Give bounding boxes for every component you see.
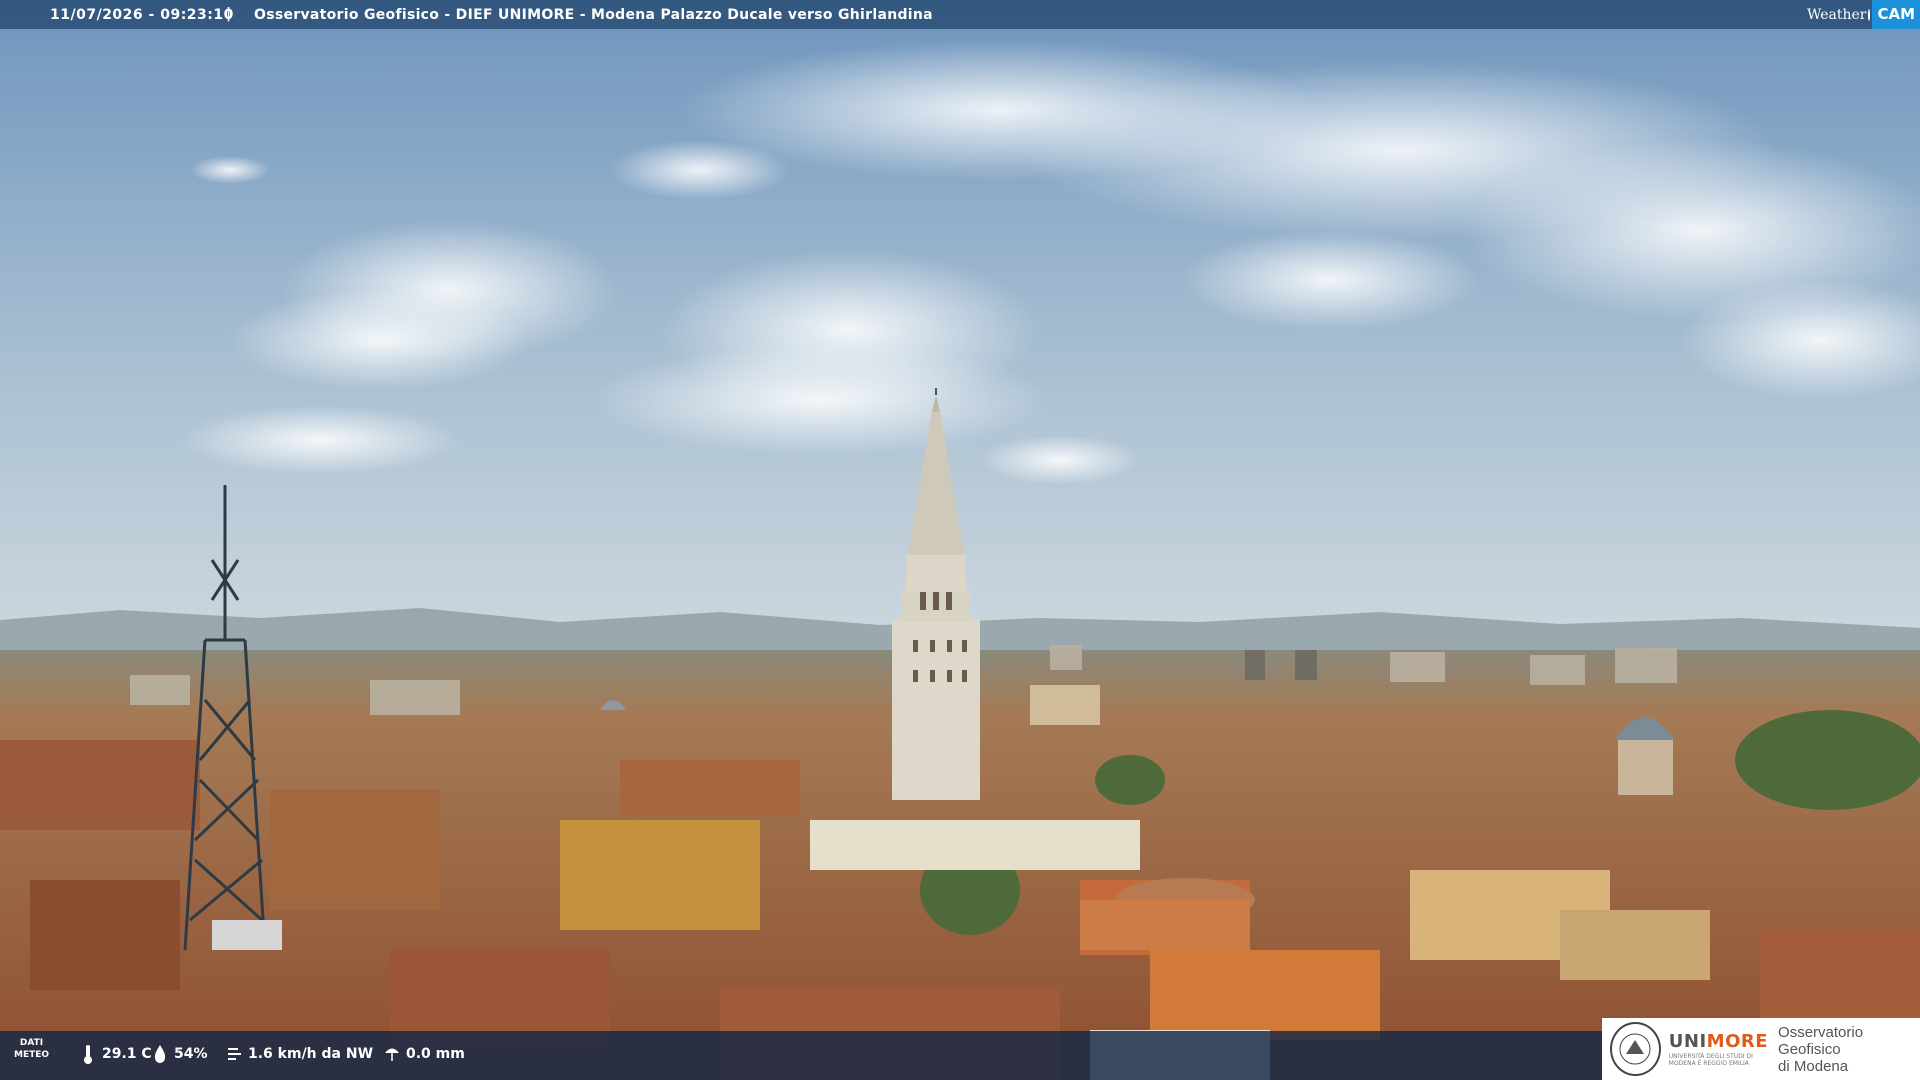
- observatory-name: Osservatorio Geofisico di Modena: [1778, 1023, 1864, 1075]
- rain-reading: 0.0 mm: [384, 1043, 465, 1065]
- header-bar: 11/07/2026 - 09:23:10 | Osservatorio Geo…: [0, 0, 1920, 29]
- thermometer-icon: [84, 1045, 92, 1064]
- weathercam-logo-cam: CAM: [1872, 0, 1920, 29]
- unimore-brand: UNIMORE UNIVERSITÀ DEGLI STUDI DI MODENA…: [1669, 1031, 1768, 1067]
- weathercam-logo: Weather CAM: [1807, 0, 1920, 29]
- timestamp: 11/07/2026 - 09:23:10: [50, 7, 234, 23]
- unimore-name: UNIMORE: [1668, 1031, 1769, 1052]
- wind-value: 1.6 km/h da NW: [248, 1046, 374, 1062]
- meteo-label: DATI METEO: [14, 1038, 50, 1060]
- wind-reading: 1.6 km/h da NW: [226, 1043, 373, 1065]
- header-separator: |: [226, 6, 232, 22]
- unimore-subtitle: UNIVERSITÀ DEGLI STUDI DI MODENA E REGGI…: [1668, 1053, 1753, 1067]
- seal-emblem-icon: [1619, 1033, 1651, 1065]
- rain-value: 0.0 mm: [406, 1046, 465, 1062]
- camera-title: Osservatorio Geofisico - DIEF UNIMORE - …: [254, 7, 933, 23]
- unimore-logo: UNIMORE UNIVERSITÀ DEGLI STUDI DI MODENA…: [1602, 1018, 1920, 1080]
- wind-icon: [228, 1048, 241, 1060]
- weathercam-logo-weather: Weather: [1806, 6, 1867, 23]
- weathercam-logo-dot-icon: [1868, 8, 1871, 21]
- humidity-value: 54%: [174, 1046, 208, 1062]
- university-seal-icon: [1610, 1022, 1661, 1076]
- humidity-reading: 54%: [152, 1043, 208, 1065]
- droplet-icon: [154, 1045, 166, 1063]
- webcam-image: [0, 0, 1920, 1080]
- temperature-reading: 29.1 C: [80, 1043, 152, 1065]
- meteo-bar: DATI METEO 29.1 C 54% 1.6 km/h da NW 0.0…: [0, 1031, 1604, 1080]
- temperature-value: 29.1 C: [102, 1046, 152, 1062]
- umbrella-icon: [385, 1048, 399, 1061]
